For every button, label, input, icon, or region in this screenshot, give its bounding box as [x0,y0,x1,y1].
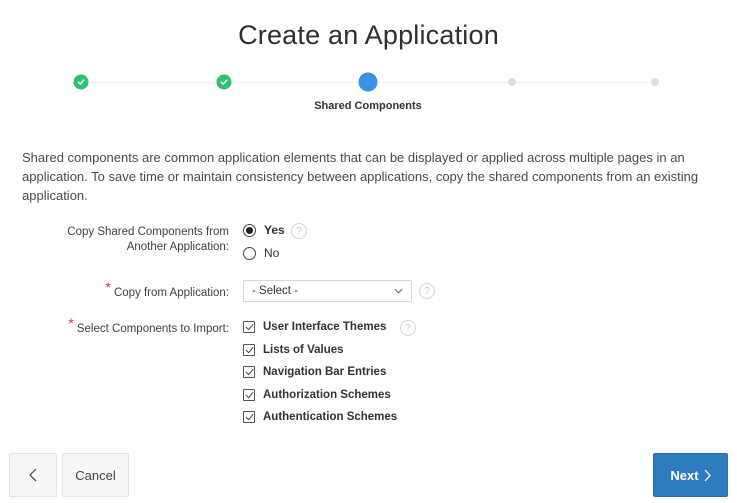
wizard-step-2 [216,74,232,90]
check-icon [220,79,228,85]
copy-from-help-icon[interactable]: ? [419,283,435,299]
copy-shared-label-line2: Another Application: [126,241,229,253]
chevron-left-icon [29,468,37,482]
checkbox-label: Lists of Values [263,344,344,356]
intro-text: Shared components are common application… [22,150,699,203]
checkbox-label: Authorization Schemes [263,389,391,401]
checkbox-input[interactable] [243,366,255,378]
checkbox-input[interactable] [243,321,255,333]
radio-no-label: No [264,246,280,260]
copy-from-select[interactable]: - Select - [243,280,412,302]
radio-yes-label: Yes [264,223,285,237]
radio-yes-input[interactable] [243,223,256,237]
copy-from-label-text: Copy from Application: [113,287,229,299]
checkbox-lists-of-values[interactable]: Lists of Values [243,344,344,356]
wizard-progress: Shared Components [0,72,737,112]
radio-selected-dot [246,226,253,234]
wizard-step-3-current [358,72,378,92]
checkbox-label: Authentication Schemes [263,411,398,423]
copy-shared-help-icon[interactable]: ? [291,223,307,239]
checkbox-input[interactable] [243,389,255,401]
checkbox-navigation-bar-entries[interactable]: Navigation Bar Entries [243,366,386,378]
wizard-step-4 [508,78,516,86]
checkbox-input[interactable] [243,344,255,356]
check-icon [245,346,253,354]
check-icon [245,391,253,399]
back-button[interactable] [9,453,57,497]
components-label-text: Select Components to Import: [76,323,229,335]
copy-shared-label-line1: Copy Shared Components from [67,226,229,238]
checkbox-authentication-schemes[interactable]: Authentication Schemes [243,411,397,423]
copy-from-select-value: - Select - [252,285,299,297]
check-icon [77,79,85,85]
copy-shared-label: Copy Shared Components from Another Appl… [40,225,229,255]
check-icon [245,368,253,376]
radio-no-input[interactable] [243,246,256,260]
next-button[interactable]: Next [653,453,728,497]
check-icon [245,323,253,331]
wizard-step-5 [651,78,659,86]
chevron-right-icon [704,469,711,481]
radio-no[interactable]: No [243,246,279,260]
check-icon [245,413,253,421]
checkbox-authorization-schemes[interactable]: Authorization Schemes [243,389,391,401]
current-step-label: Shared Components [314,100,422,112]
checkbox-user-interface-themes[interactable]: User Interface Themes [243,321,386,333]
checkbox-label: Navigation Bar Entries [263,366,387,378]
next-button-label: Next [670,467,699,483]
required-marker: * [68,315,74,331]
components-help-icon[interactable]: ? [400,320,416,336]
page-title: Create an Application [238,20,499,50]
checkbox-label: User Interface Themes [263,321,387,333]
radio-yes[interactable]: Yes [243,223,285,237]
required-marker: * [105,279,111,295]
chevron-down-icon [394,288,403,294]
wizard-step-1 [73,74,89,90]
components-label: * Select Components to Import: [40,316,229,337]
checkbox-input[interactable] [243,411,255,423]
cancel-button[interactable]: Cancel [62,453,129,497]
copy-from-label: * Copy from Application: [40,280,229,301]
